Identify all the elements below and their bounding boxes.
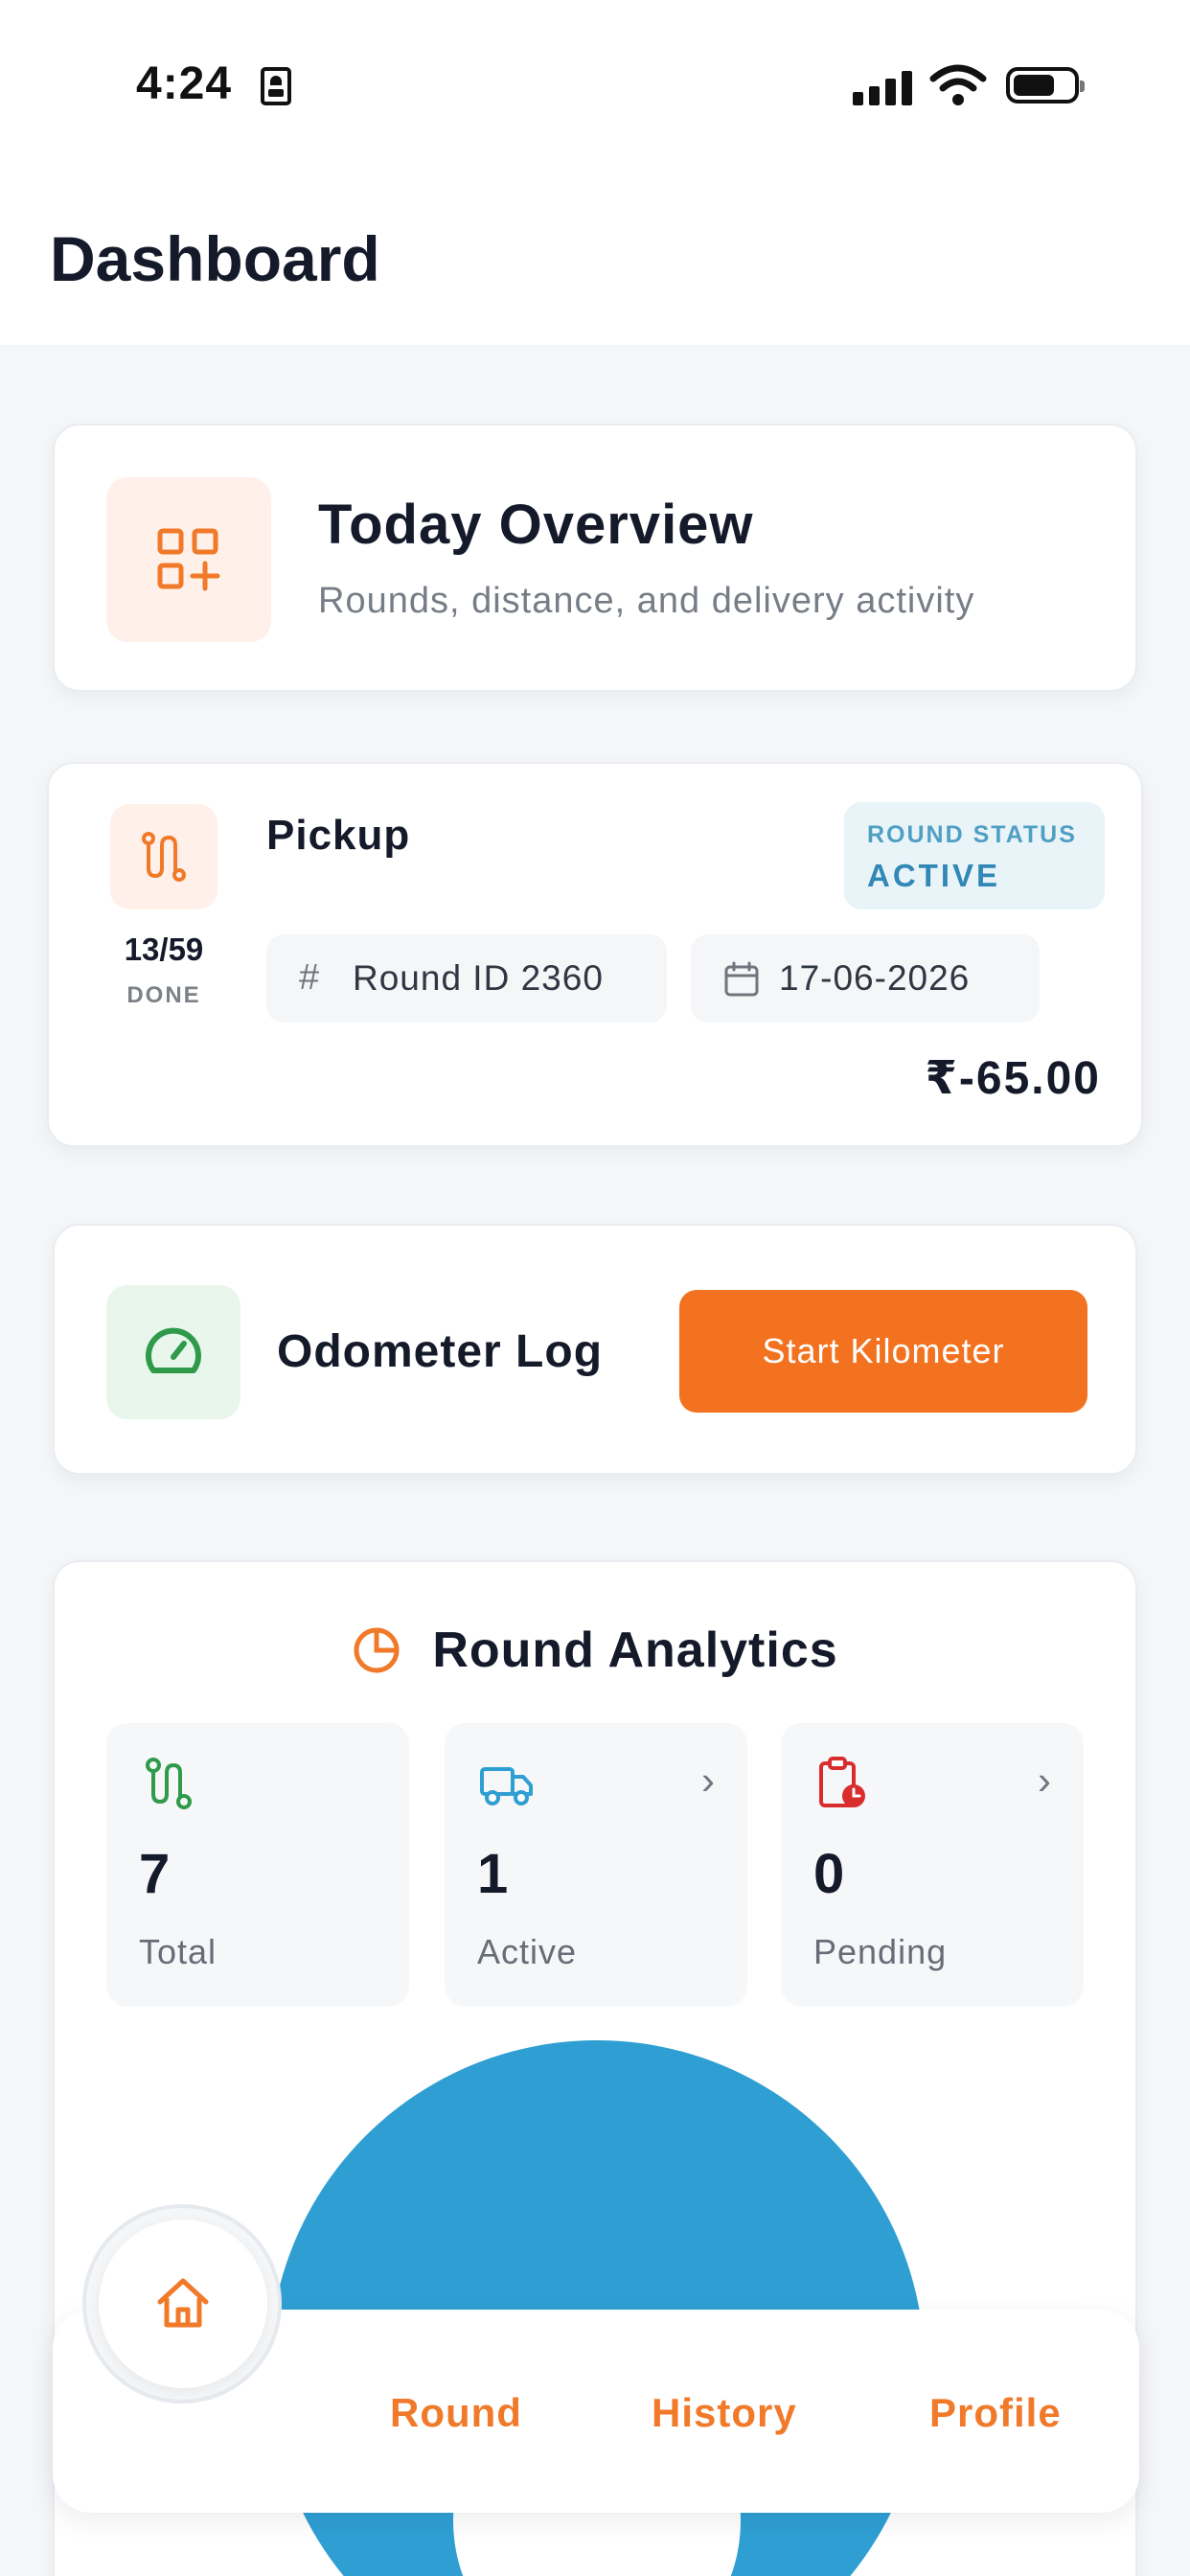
round-amount: ₹-65.00 (925, 1053, 1101, 1104)
hash-icon: # (299, 957, 320, 998)
route-icon (110, 804, 217, 909)
round-id-chip: # Round ID 2360 (266, 934, 667, 1023)
delivery-truck-icon (480, 1767, 533, 1806)
stat-pending-value: 0 (813, 1843, 845, 1905)
pie-chart-icon (354, 1627, 400, 1673)
nav-home-button[interactable] (99, 2220, 267, 2388)
overview-subtitle: Rounds, distance, and delivery activity (318, 581, 975, 621)
done-count: 13/59 (124, 932, 204, 967)
dashboard-grid-icon (106, 477, 271, 642)
stat-active[interactable]: › 1 Active (445, 1723, 747, 2007)
stat-total: 7 Total (106, 1723, 409, 2007)
round-status-badge: ROUND STATUS ACTIVE (844, 802, 1105, 909)
odometer-log-card: Odometer Log Start Kilometer (53, 1224, 1137, 1475)
stat-pending[interactable]: › 0 Pending (781, 1723, 1084, 2007)
stat-active-label: Active (477, 1932, 578, 1971)
round-status-value: ACTIVE (867, 858, 1001, 893)
overview-title: Today Overview (318, 494, 754, 556)
stat-total-value: 7 (139, 1843, 171, 1905)
home-icon (157, 2278, 209, 2328)
odometer-title: Odometer Log (277, 1326, 604, 1377)
wifi-icon (929, 64, 987, 105)
chevron-right-icon: › (1038, 1758, 1051, 1803)
stat-total-label: Total (139, 1932, 217, 1971)
page-title: Dashboard (50, 223, 380, 294)
round-type: Pickup (266, 812, 411, 859)
nav-profile[interactable]: Profile (929, 2390, 1062, 2436)
current-round-card[interactable]: 13/59 DONE Pickup ROUND STATUS ACTIVE # … (47, 762, 1143, 1147)
signal-icon (853, 69, 912, 105)
nav-history[interactable]: History (652, 2390, 797, 2436)
stat-pending-label: Pending (813, 1932, 948, 1971)
stat-active-value: 1 (477, 1843, 509, 1905)
battery-icon (1006, 67, 1085, 104)
route-icon (146, 1758, 192, 1809)
round-date: 17-06-2026 (779, 958, 971, 998)
nav-round[interactable]: Round (390, 2390, 522, 2436)
round-status-label: ROUND STATUS (867, 821, 1077, 848)
clipboard-clock-icon (819, 1757, 865, 1807)
analytics-header: Round Analytics (55, 1622, 1135, 1679)
chevron-right-icon: › (701, 1758, 715, 1803)
start-kilometer-button[interactable]: Start Kilometer (679, 1290, 1087, 1413)
done-label: DONE (126, 982, 201, 1008)
speedometer-icon (106, 1285, 240, 1419)
round-date-chip: 17-06-2026 (691, 934, 1040, 1023)
today-overview-card: Today Overview Rounds, distance, and del… (53, 424, 1137, 692)
analytics-title: Round Analytics (432, 1622, 838, 1678)
calendar-icon (724, 961, 759, 997)
round-id: Round ID 2360 (353, 958, 604, 998)
status-time: 4:24 (136, 58, 233, 109)
sim-card-icon (261, 67, 291, 105)
